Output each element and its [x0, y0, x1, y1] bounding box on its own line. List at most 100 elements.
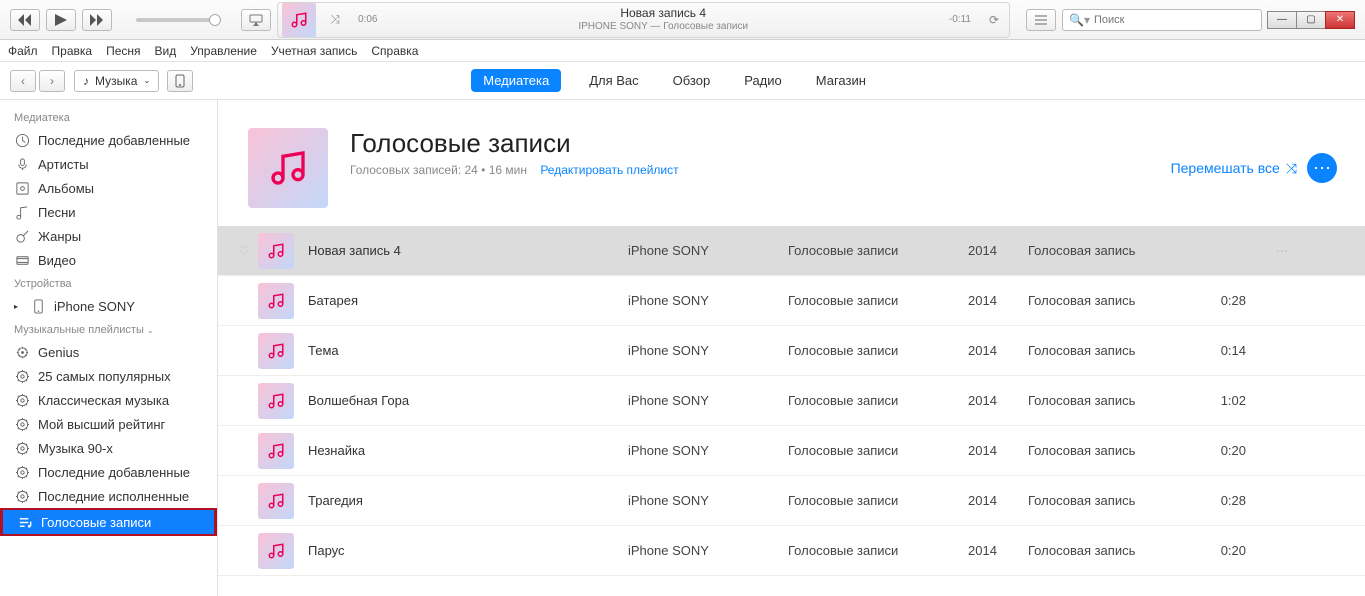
sidebar-item-label: Видео	[38, 253, 76, 268]
track-year: 2014	[968, 393, 1028, 408]
track-year: 2014	[968, 293, 1028, 308]
track-row[interactable]: БатареяiPhone SONYГолосовые записи2014Го…	[218, 276, 1365, 326]
sidebar-item-Последние добавленные[interactable]: Последние добавленные	[0, 460, 217, 484]
tab-Радио[interactable]: Радио	[738, 71, 788, 90]
sidebar-item-Артисты[interactable]: Артисты	[0, 152, 217, 176]
tab-Медиатека[interactable]: Медиатека	[471, 69, 561, 92]
menu-Справка[interactable]: Справка	[371, 44, 418, 58]
track-artist: iPhone SONY	[628, 343, 788, 358]
device-button[interactable]	[167, 70, 193, 92]
track-row[interactable]: ♡Новая запись 4iPhone SONYГолосовые запи…	[218, 226, 1365, 276]
prev-button[interactable]	[10, 9, 40, 31]
sidebar-item-Мой высший рейтинг[interactable]: Мой высший рейтинг	[0, 412, 217, 436]
sidebar-item-Видео[interactable]: Видео	[0, 248, 217, 272]
track-album: Голосовые записи	[788, 543, 968, 558]
list-view-button[interactable]	[1026, 9, 1056, 31]
track-artwork	[258, 383, 294, 419]
track-album: Голосовые записи	[788, 343, 968, 358]
sidebar-item-label: Музыка 90-х	[38, 441, 113, 456]
shuffle-icon[interactable]: ⤨	[320, 12, 350, 27]
track-row[interactable]: ТемаiPhone SONYГолосовые записи2014Голос…	[218, 326, 1365, 376]
play-button[interactable]	[46, 9, 76, 31]
playlist-header: Голосовые записи Голосовых записей: 24 •…	[218, 100, 1365, 226]
track-album: Голосовые записи	[788, 493, 968, 508]
sidebar-item-Песни[interactable]: Песни	[0, 200, 217, 224]
time-remaining: -0:11	[941, 14, 979, 25]
track-name: Батарея	[308, 293, 628, 308]
repeat-icon[interactable]: ⟳	[979, 13, 1009, 27]
track-artist: iPhone SONY	[628, 543, 788, 558]
media-type-selector[interactable]: ♪ Музыка ⌄	[74, 70, 159, 92]
next-button[interactable]	[82, 9, 112, 31]
genius-icon	[14, 344, 30, 360]
track-name: Парус	[308, 543, 628, 558]
sidebar-item-Genius[interactable]: Genius	[0, 340, 217, 364]
track-list: ♡Новая запись 4iPhone SONYГолосовые запи…	[218, 226, 1365, 576]
transport-controls	[0, 9, 122, 31]
sidebar-item-Альбомы[interactable]: Альбомы	[0, 176, 217, 200]
track-artist: iPhone SONY	[628, 293, 788, 308]
track-genre: Голосовая запись	[1028, 393, 1208, 408]
sidebar-item-Классическая музыка[interactable]: Классическая музыка	[0, 388, 217, 412]
menu-Учетная запись[interactable]: Учетная запись	[271, 44, 357, 58]
heart-icon[interactable]: ♡	[230, 244, 258, 258]
playlist-artwork	[248, 128, 328, 208]
track-genre: Голосовая запись	[1028, 543, 1208, 558]
track-row[interactable]: ТрагедияiPhone SONYГолосовые записи2014Г…	[218, 476, 1365, 526]
maximize-button[interactable]: ▢	[1296, 11, 1326, 29]
search-input[interactable]: 🔍▾	[1062, 9, 1262, 31]
playlist-meta: Голосовых записей: 24 • 16 мин	[350, 163, 527, 177]
sidebar-header: Устройства	[0, 272, 217, 294]
sidebar-item-label: Genius	[38, 345, 79, 360]
gear-icon	[14, 440, 30, 456]
menu-Правка[interactable]: Правка	[52, 44, 93, 58]
track-row[interactable]: НезнайкаiPhone SONYГолосовые записи2014Г…	[218, 426, 1365, 476]
minimize-button[interactable]: —	[1267, 11, 1297, 29]
note-icon: ♪	[83, 74, 89, 88]
iphone-icon	[30, 298, 46, 314]
tab-Обзор[interactable]: Обзор	[667, 71, 717, 90]
track-duration: 0:28	[1208, 293, 1268, 308]
close-button[interactable]: ✕	[1325, 11, 1355, 29]
sidebar-item-Последние добавленные[interactable]: Последние добавленные	[0, 128, 217, 152]
sidebar-item-iPhone SONY[interactable]: ▸iPhone SONY	[0, 294, 217, 318]
sidebar-item-Последние исполненные[interactable]: Последние исполненные	[0, 484, 217, 508]
now-playing-title: Новая запись 4	[385, 6, 940, 21]
sidebar-item-Голосовые записи[interactable]: Голосовые записи	[0, 508, 217, 536]
sidebar-item-Жанры[interactable]: Жанры	[0, 224, 217, 248]
back-button[interactable]: ‹	[10, 70, 36, 92]
more-actions-button[interactable]: ⋯	[1307, 153, 1337, 183]
guitar-icon	[14, 228, 30, 244]
menu-Файл[interactable]: Файл	[8, 44, 38, 58]
track-artwork	[258, 233, 294, 269]
shuffle-all-button[interactable]: Перемешать все ⤨	[1171, 160, 1297, 177]
edit-playlist-link[interactable]: Редактировать плейлист	[540, 163, 678, 177]
sidebar-item-label: Последние добавленные	[38, 133, 190, 148]
airplay-button[interactable]	[241, 9, 271, 31]
sidebar-item-25 самых популярных[interactable]: 25 самых популярных	[0, 364, 217, 388]
track-row[interactable]: Волшебная ГораiPhone SONYГолосовые запис…	[218, 376, 1365, 426]
menu-Вид[interactable]: Вид	[155, 44, 177, 58]
track-row[interactable]: ПарусiPhone SONYГолосовые записи2014Голо…	[218, 526, 1365, 576]
volume-slider[interactable]	[136, 18, 221, 22]
track-album: Голосовые записи	[788, 443, 968, 458]
tab-Магазин[interactable]: Магазин	[810, 71, 872, 90]
track-artwork	[258, 483, 294, 519]
menu-Управление[interactable]: Управление	[190, 44, 257, 58]
search-field[interactable]	[1094, 14, 1255, 26]
track-duration: 0:20	[1208, 443, 1268, 458]
track-more-icon[interactable]: ⋯	[1268, 244, 1296, 258]
nav-row: ‹ › ♪ Музыка ⌄ Медиатека Для Вас Обзор Ради…	[0, 62, 1365, 100]
playback-bar: ⤨ 0:06 Новая запись 4 IPHONE SONY — Голо…	[0, 0, 1365, 40]
chevron-down-icon: ⌄	[143, 76, 150, 85]
sidebar-item-Музыка 90-х[interactable]: Музыка 90-х	[0, 436, 217, 460]
track-genre: Голосовая запись	[1028, 493, 1208, 508]
tab-Для Вас[interactable]: Для Вас	[583, 71, 644, 90]
lcd-display: ⤨ 0:06 Новая запись 4 IPHONE SONY — Голо…	[277, 2, 1010, 38]
menu-Песня[interactable]: Песня	[106, 44, 140, 58]
track-year: 2014	[968, 543, 1028, 558]
forward-button[interactable]: ›	[39, 70, 65, 92]
sidebar-item-label: Мой высший рейтинг	[38, 417, 165, 432]
track-year: 2014	[968, 243, 1028, 258]
track-album: Голосовые записи	[788, 393, 968, 408]
